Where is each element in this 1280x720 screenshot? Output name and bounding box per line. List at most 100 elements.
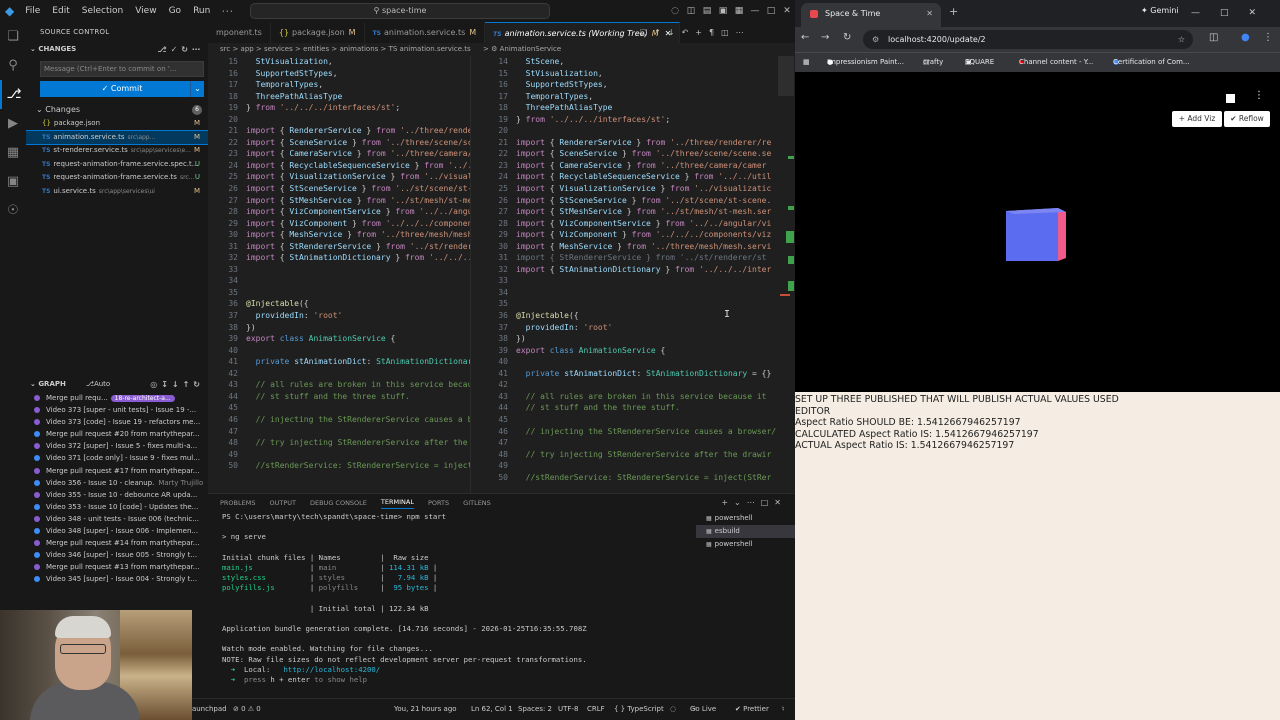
chevron-down-icon[interactable]: ⌄: [734, 498, 747, 507]
close-panel-icon[interactable]: ✕: [774, 498, 787, 507]
terminal-list-item[interactable]: ▦ powershell: [696, 512, 795, 525]
source-control-icon[interactable]: ⎇: [0, 80, 26, 109]
maximize-icon[interactable]: □: [1220, 8, 1249, 18]
refresh-icon[interactable]: ↻: [181, 45, 192, 54]
bookmark-star-icon[interactable]: ☆: [1178, 30, 1185, 49]
layout-sidebar-icon[interactable]: ◫: [683, 6, 699, 16]
graph-commit-item[interactable]: Merge pull request #17 from martythepar.…: [26, 465, 208, 477]
browser-menu-icon[interactable]: ⋮: [1263, 32, 1273, 43]
terminal-list-item[interactable]: ▦ powershell: [696, 538, 795, 551]
editor-tab[interactable]: {} package.json M: [271, 22, 365, 43]
graph-commit-item[interactable]: Video 371 [code only] - Issue 9 - fixes …: [26, 452, 208, 464]
graph-commit-item[interactable]: Merge pull request #20 from martythepar.…: [26, 428, 208, 440]
layout-panel-icon[interactable]: ▤: [699, 6, 715, 16]
graph-commit-item[interactable]: Video 373 [code] - Issue 19 - refactors …: [26, 416, 208, 428]
more-actions-icon[interactable]: ⋯: [736, 28, 751, 37]
graph-commit-item[interactable]: Merge pull requ... 18-re-architect-a...: [26, 392, 208, 404]
graph-commit-item[interactable]: Video 373 [super - unit tests] - Issue 1…: [26, 404, 208, 416]
minimize-icon[interactable]: —: [747, 6, 763, 16]
close-icon[interactable]: ✕: [1248, 8, 1276, 18]
apps-grid-icon[interactable]: ▦: [803, 53, 810, 72]
forward-arrow-icon[interactable]: →: [821, 32, 829, 43]
reload-icon[interactable]: ↻: [843, 32, 851, 43]
graph-toolbar[interactable]: ◎↧↓↑↻: [150, 377, 204, 392]
revert-icon[interactable]: ↶: [682, 28, 696, 37]
more-actions-icon[interactable]: ⋯: [192, 45, 204, 54]
graph-commit-item[interactable]: Video 348 - unit tests - Issue 006 (tech…: [26, 513, 208, 525]
profile-avatar[interactable]: ●: [1241, 32, 1250, 43]
panel-tab-problems[interactable]: PROBLEMS: [220, 499, 255, 507]
status-launchpad[interactable]: launchpad: [190, 699, 227, 719]
menu-run[interactable]: Run: [187, 6, 216, 16]
graph-commit-item[interactable]: Video 353 - Issue 10 [code] - Updates th…: [26, 501, 208, 513]
next-change-icon[interactable]: ↓: [668, 28, 682, 37]
maximize-icon[interactable]: □: [763, 6, 779, 16]
status-language[interactable]: { } TypeScript: [614, 699, 664, 719]
changes-group[interactable]: ⌄ Changes 6: [26, 103, 208, 117]
breadcrumb-path[interactable]: src > app > services > entities > animat…: [220, 43, 471, 56]
commit-button[interactable]: ✓ Commit ⌄: [40, 81, 204, 97]
changes-section-header[interactable]: ⌄ CHANGES ⎇✓↻⋯: [26, 42, 208, 57]
graph-commit-item[interactable]: Video 356 - Issue 10 - cleanup. Marty Tru…: [26, 477, 208, 489]
changed-file-item[interactable]: TS st-renderer.service.ts src\app\services…: [26, 144, 208, 158]
diff-editor-original[interactable]: 15 StVisualization, 16 SupportedStTypes, 1…: [208, 56, 470, 493]
stage-icon[interactable]: +: [695, 28, 709, 37]
changed-file-item[interactable]: TS animation.service.ts src\app... M: [26, 129, 208, 145]
pull-icon[interactable]: ↓: [172, 380, 183, 389]
customize-layout-icon[interactable]: ▦: [731, 6, 747, 16]
minimize-icon[interactable]: —: [1191, 8, 1220, 18]
graph-commit-item[interactable]: Video 372 [super] - Issue 5 - fixes mult…: [26, 440, 208, 452]
scm-toolbar[interactable]: ⎇✓↻⋯: [157, 42, 204, 57]
side-panel-icon[interactable]: ◫: [1209, 32, 1218, 43]
status-encoding[interactable]: UTF-8: [558, 699, 578, 719]
diff-editor-modified[interactable]: 14 StScene, 15 StVisualization, 16 Support…: [478, 56, 778, 493]
panel-tab-debug-console[interactable]: DEBUG CONSOLE: [310, 499, 367, 507]
menu-file[interactable]: File: [19, 6, 46, 16]
stop-icon[interactable]: [1226, 94, 1235, 103]
graph-section-header[interactable]: ⌄ GRAPH ⎇Auto ◎↧↓↑↻: [26, 377, 208, 392]
fetch-icon[interactable]: ↧: [161, 380, 172, 389]
address-bar[interactable]: ⚙ localhost:4200/update/2 ☆: [863, 30, 1193, 49]
terminal-output[interactable]: PS C:\users\marty\tech\spandt\space-time…: [222, 512, 692, 697]
graph-auto-toggle[interactable]: ⎇Auto: [86, 377, 110, 392]
refresh-icon[interactable]: ↻: [193, 380, 204, 389]
status-cursor-position[interactable]: Ln 62, Col 1: [471, 699, 513, 719]
panel-tab-output[interactable]: OUTPUT: [269, 499, 296, 507]
browser-tab[interactable]: Space & Time ✕: [801, 3, 941, 27]
terminal-list-item[interactable]: ▦ esbuild: [696, 525, 795, 538]
back-arrow-icon[interactable]: ←: [801, 32, 809, 43]
changed-file-item[interactable]: TS request-animation-frame.service.ts src.…: [26, 171, 208, 185]
graph-commit-item[interactable]: Video 345 [super] - Issue 004 - Strongly…: [26, 573, 208, 585]
site-info-icon[interactable]: ⚙: [872, 30, 879, 49]
status-problems[interactable]: ⊘ 0 ⚠ 0: [233, 699, 261, 719]
panel-tab-ports[interactable]: PORTS: [428, 499, 449, 507]
layout-secondary-icon[interactable]: ▣: [715, 6, 731, 16]
target-icon[interactable]: ◎: [150, 380, 161, 389]
push-icon[interactable]: ↑: [183, 380, 194, 389]
add-viz-button[interactable]: + Add Viz: [1172, 111, 1222, 127]
split-editor-icon[interactable]: ◫: [721, 28, 736, 37]
search-icon[interactable]: ⚲: [0, 51, 26, 80]
editor-tab[interactable]: TS animation.service.ts M: [365, 22, 486, 43]
maximize-panel-icon[interactable]: □: [761, 498, 775, 507]
three-canvas[interactable]: ⋮ + Add Viz ✔ Reflow: [795, 72, 1280, 392]
open-file-icon[interactable]: ❏: [640, 28, 654, 37]
status-eol[interactable]: CRLF: [587, 699, 605, 719]
graph-commit-item[interactable]: Video 346 [super] - Issue 005 - Strongly…: [26, 549, 208, 561]
commit-dropdown-chevron-icon[interactable]: ⌄: [190, 81, 204, 97]
menu-view[interactable]: View: [129, 6, 162, 16]
diff-overview-ruler[interactable]: [778, 56, 795, 493]
checkmark-icon[interactable]: ✓: [171, 45, 182, 54]
breadcrumb-symbol[interactable]: > ⚙ AnimationService: [483, 43, 561, 56]
menu-edit[interactable]: Edit: [46, 6, 75, 16]
graph-commit-item[interactable]: Merge pull request #14 from martythepar.…: [26, 537, 208, 549]
notifications-bell-icon[interactable]: ♮: [782, 699, 785, 719]
run-debug-icon[interactable]: ▶: [0, 109, 26, 138]
status-prettier[interactable]: ✔ Prettier: [735, 699, 769, 719]
diff-splitter[interactable]: [470, 56, 478, 493]
copilot-icon[interactable]: ◌: [670, 699, 676, 719]
graph-commit-item[interactable]: Merge pull request #13 from martythepar.…: [26, 561, 208, 573]
tab-close-icon[interactable]: ✕: [926, 3, 933, 25]
more-menu-icon[interactable]: ⋯: [216, 4, 238, 18]
explorer-icon[interactable]: ❏: [0, 22, 26, 51]
